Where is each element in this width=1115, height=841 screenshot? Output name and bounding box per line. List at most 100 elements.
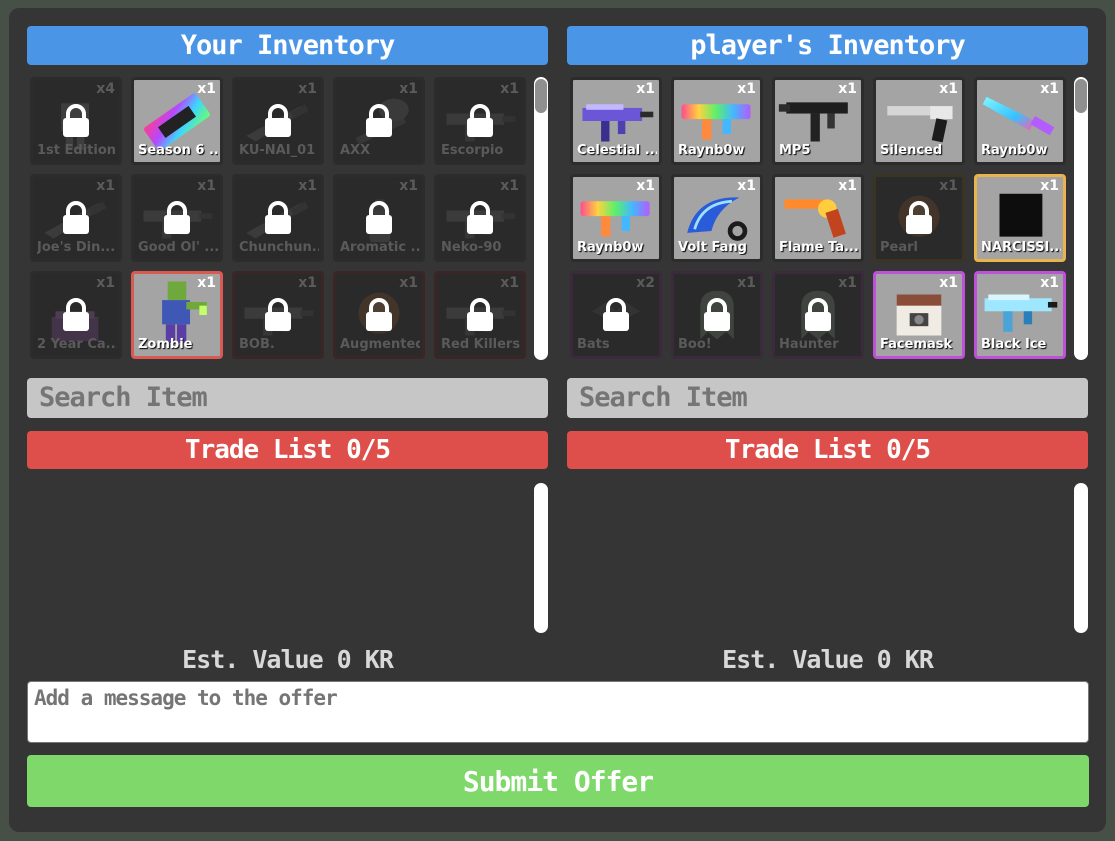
item-name: Flame Ta... (779, 240, 859, 255)
player-inventory-grid-wrap: x1 Celestial ... x1 Raynb0w x1 MP5 x1 Silenced x… (567, 77, 1088, 367)
item-name: BOB. (239, 337, 275, 352)
item-quantity: x1 (298, 178, 317, 194)
item-quantity: x1 (939, 178, 958, 194)
inventory-item[interactable]: x1 Celestial ... (570, 77, 662, 165)
item-name: Facemask (880, 337, 953, 352)
item-quantity: x1 (939, 275, 958, 291)
inventory-item[interactable]: x4 1st Edition (30, 77, 122, 165)
item-quantity: x1 (399, 81, 418, 97)
item-name: MP5 (779, 143, 811, 158)
inventory-item[interactable]: x1 Chunchun... (232, 174, 324, 262)
item-quantity: x1 (96, 178, 115, 194)
item-name: Red Killers (441, 337, 521, 352)
your-inventory-title: Your Inventory (27, 26, 548, 65)
scroll-thumb[interactable] (535, 79, 547, 113)
item-quantity: x1 (1040, 81, 1059, 97)
inventory-item[interactable]: x1 Raynb0w (671, 77, 763, 165)
inventory-item[interactable]: x1 Neko-90 (434, 174, 526, 262)
lock-icon (601, 298, 631, 332)
lock-icon (61, 201, 91, 235)
lock-icon (61, 104, 91, 138)
lock-icon (162, 201, 192, 235)
lock-icon (904, 201, 934, 235)
inventory-item[interactable]: x1 Raynb0w (570, 174, 662, 262)
inventory-item[interactable]: x1 Black Ice (974, 271, 1066, 359)
item-quantity: x1 (197, 81, 216, 97)
item-quantity: x1 (1040, 178, 1059, 194)
item-name: 1st Edition (37, 143, 117, 158)
item-name: Zombie (138, 337, 193, 352)
your-trade-list-header: Trade List 0/5 (27, 431, 548, 469)
your-inventory-scrollbar[interactable] (534, 77, 548, 360)
player-inventory-grid: x1 Celestial ... x1 Raynb0w x1 MP5 x1 Silenced x… (570, 77, 1073, 359)
inventory-item[interactable]: x1 MP5 (772, 77, 864, 165)
inventory-item[interactable]: x1 Augmented (333, 271, 425, 359)
inventory-item[interactable]: x1 Escorpio (434, 77, 526, 165)
item-name: Celestial ... (577, 143, 657, 158)
item-quantity: x1 (838, 178, 857, 194)
your-est-value: Est. Value 0 KR (182, 645, 394, 674)
inventory-item[interactable]: x1 Facemask (873, 271, 965, 359)
inventory-item[interactable]: x1 Raynb0w (974, 77, 1066, 165)
your-inventory-column: Your Inventory x4 1st Edition x1 Season 6 .… (27, 26, 548, 675)
inventory-item[interactable]: x1 Good Ol' ... (131, 174, 223, 262)
item-quantity: x1 (636, 178, 655, 194)
item-quantity: x1 (96, 275, 115, 291)
inventory-item[interactable]: x1 Boo! (671, 271, 763, 359)
lock-icon (263, 298, 293, 332)
scroll-thumb[interactable] (1075, 79, 1087, 113)
inventory-item[interactable]: x2 Bats (570, 271, 662, 359)
item-name: Boo! (678, 337, 712, 352)
item-quantity: x1 (197, 178, 216, 194)
item-quantity: x2 (636, 275, 655, 291)
lock-icon (364, 201, 394, 235)
inventory-item[interactable]: x1 2 Year Ca... (30, 271, 122, 359)
submit-offer-button[interactable]: Submit Offer (27, 755, 1089, 807)
inventory-item[interactable]: x1 Joe's Din... (30, 174, 122, 262)
your-trade-list-scrollbar[interactable] (534, 483, 548, 633)
item-name: Raynb0w (678, 143, 745, 158)
item-name: Silenced (880, 143, 943, 158)
player-trade-list (567, 483, 1088, 635)
trade-window: Your Inventory x4 1st Edition x1 Season 6 .… (9, 8, 1106, 832)
inventory-item[interactable]: x1 Silenced (873, 77, 965, 165)
inventory-item[interactable]: x1 NARCISSI... (974, 174, 1066, 262)
item-name: Haunter (779, 337, 839, 352)
item-quantity: x1 (298, 81, 317, 97)
item-quantity: x1 (197, 275, 216, 291)
inventory-item[interactable]: x1 Red Killers (434, 271, 526, 359)
item-name: Volt Fang (678, 240, 747, 255)
inventory-item[interactable]: x1 Season 6 ... (131, 77, 223, 165)
inventory-item[interactable]: x1 Pearl (873, 174, 965, 262)
your-inventory-grid: x4 1st Edition x1 Season 6 ... x1 KU-NAI_01 x1… (30, 77, 533, 359)
item-name: Season 6 ... (138, 143, 218, 158)
inventory-item[interactable]: x1 Flame Ta... (772, 174, 864, 262)
player-inventory-title: player's Inventory (567, 26, 1088, 65)
player-trade-list-scrollbar[interactable] (1074, 483, 1088, 633)
lock-icon (61, 298, 91, 332)
item-name: Pearl (880, 240, 918, 255)
lock-icon (702, 298, 732, 332)
inventory-item[interactable]: x1 AXX (333, 77, 425, 165)
inventory-item[interactable]: x1 BOB. (232, 271, 324, 359)
item-quantity: x1 (1040, 275, 1059, 291)
inventory-item[interactable]: x1 Aromatic ... (333, 174, 425, 262)
inventory-item[interactable]: x1 Volt Fang (671, 174, 763, 262)
item-quantity: x1 (399, 275, 418, 291)
item-name: AXX (340, 143, 371, 158)
lock-icon (465, 298, 495, 332)
item-name: Bats (577, 337, 610, 352)
lock-icon (465, 201, 495, 235)
inventory-item[interactable]: x1 Haunter (772, 271, 864, 359)
player-inventory-column: player's Inventory x1 Celestial ... x1 Rayn… (567, 26, 1088, 675)
item-name: Good Ol' ... (138, 240, 218, 255)
your-search-input[interactable] (27, 378, 548, 418)
inventory-item[interactable]: x1 KU-NAI_01 (232, 77, 324, 165)
player-inventory-scrollbar[interactable] (1074, 77, 1088, 360)
offer-message-input[interactable] (27, 681, 1089, 743)
your-trade-list (27, 483, 548, 635)
item-quantity: x1 (500, 275, 519, 291)
your-inventory-grid-wrap: x4 1st Edition x1 Season 6 ... x1 KU-NAI_01 x1… (27, 77, 548, 367)
player-search-input[interactable] (567, 378, 1088, 418)
inventory-item[interactable]: x1 Zombie (131, 271, 223, 359)
